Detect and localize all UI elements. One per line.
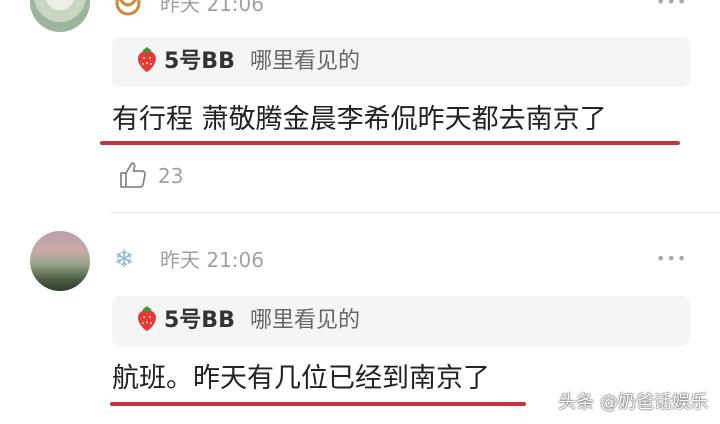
comment-body: 航班。昨天有几位已经到南京了 (112, 363, 490, 394)
comment-timestamp: 昨天 21:06 (160, 248, 264, 272)
quoted-reply[interactable]: 5号BB 哪里看见的 (112, 37, 690, 87)
strawberry-icon (134, 45, 160, 84)
like-count: 23 (158, 164, 184, 188)
highlight-underline (110, 402, 526, 406)
quoted-text: 哪里看见的 (250, 308, 361, 333)
avatar[interactable] (30, 0, 90, 32)
avatar[interactable] (30, 231, 90, 291)
more-options-icon[interactable]: ••• (656, 0, 687, 10)
strawberry-icon (134, 304, 160, 343)
quoted-text: 哪里看见的 (250, 49, 361, 74)
comment-divider (110, 212, 720, 213)
more-options-icon[interactable]: ••• (656, 251, 687, 267)
comment-body: 有行程 萧敬腾金晨李希侃昨天都去南京了 (112, 104, 607, 135)
pretzel-icon (114, 0, 142, 24)
snowflake-icon: ❄ (114, 245, 135, 273)
quoted-author[interactable]: 5号BB (164, 305, 235, 337)
quoted-reply[interactable]: 5号BB 哪里看见的 (112, 296, 690, 346)
like-icon[interactable] (118, 160, 148, 194)
highlight-underline (100, 141, 680, 145)
quoted-author[interactable]: 5号BB (164, 46, 235, 78)
watermark: 头条 @奶爸话娱乐 (558, 392, 708, 413)
comment-timestamp: 昨天 21:06 (160, 0, 264, 16)
